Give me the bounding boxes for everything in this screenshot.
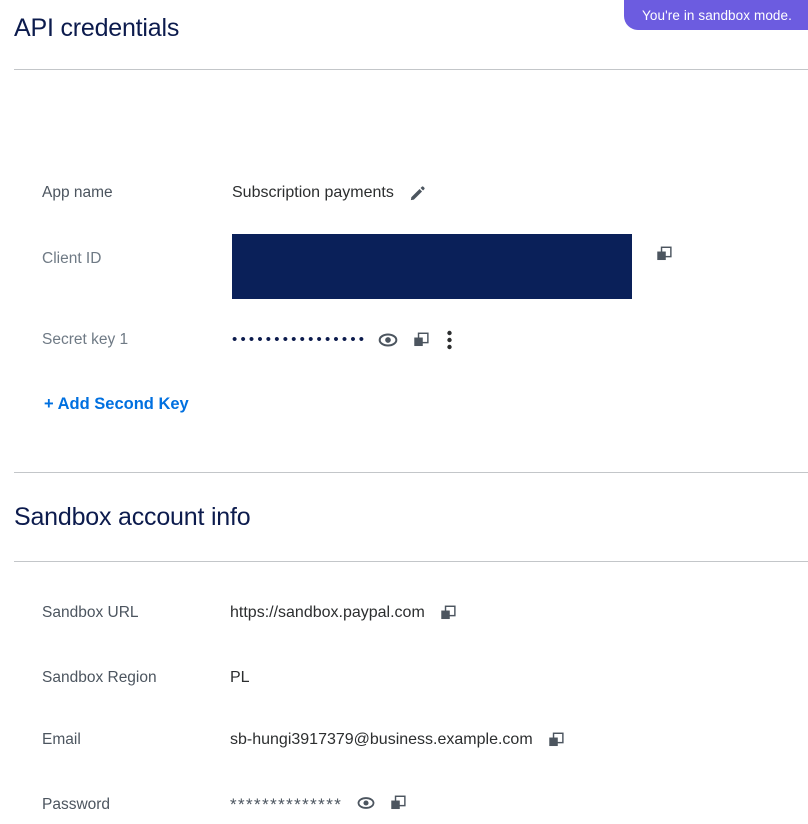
row-secret-key: Secret key 1 •••••••••••••••• [42, 329, 808, 359]
sandbox-url-value: https://sandbox.paypal.com [230, 604, 425, 621]
divider-under-api-title [14, 69, 808, 70]
app-name-value-group: Subscription payments [232, 182, 426, 204]
sandbox-region-value: PL [230, 669, 250, 686]
copy-icon[interactable] [440, 605, 457, 622]
email-value: sb-hungi3917379@business.example.com [230, 731, 533, 748]
password-value-group: ************** [230, 794, 407, 814]
sandbox-account-info-section: Sandbox account info Sandbox URL https:/… [0, 472, 808, 824]
row-app-name: App name Subscription payments [42, 182, 808, 212]
copy-icon[interactable] [390, 795, 407, 812]
app-name-value: Subscription payments [232, 184, 394, 201]
copy-icon[interactable] [548, 732, 565, 749]
row-sandbox-url: Sandbox URL https://sandbox.paypal.com [42, 602, 808, 632]
sandbox-mode-badge: You're in sandbox mode. [624, 0, 808, 30]
eye-icon[interactable] [357, 794, 375, 812]
row-password: Password ************** [42, 794, 808, 824]
row-sandbox-region: Sandbox Region PL [42, 667, 808, 697]
password-label: Password [42, 796, 111, 813]
divider-under-sandbox-title [14, 561, 808, 562]
sandbox-account-info-title: Sandbox account info [14, 503, 251, 531]
api-credentials-rows: App name Subscription payments Client ID [0, 182, 808, 425]
row-add-second-key: + Add Second Key [42, 395, 808, 425]
secret-key-masked-value: •••••••••••••••• [232, 331, 368, 348]
email-value-group: sb-hungi3917379@business.example.com [230, 729, 565, 751]
eye-icon[interactable] [378, 330, 398, 350]
client-id-value-group [232, 234, 673, 299]
sandbox-url-label: Sandbox URL [42, 604, 139, 621]
sandbox-account-rows: Sandbox URL https://sandbox.paypal.com S… [0, 602, 808, 824]
copy-icon[interactable] [413, 332, 430, 349]
api-credentials-section: API credentials App name Subscription pa… [0, 0, 808, 425]
row-email: Email sb-hungi3917379@business.example.c… [42, 729, 808, 759]
sandbox-region-value-group: PL [230, 667, 250, 689]
app-name-label: App name [42, 184, 113, 201]
client-id-redacted-block [232, 234, 632, 299]
email-label: Email [42, 731, 81, 748]
sandbox-url-value-group: https://sandbox.paypal.com [230, 602, 457, 624]
client-id-label: Client ID [42, 250, 102, 267]
add-second-key-link[interactable]: + Add Second Key [42, 395, 189, 414]
sandbox-mode-badge-label: You're in sandbox mode. [642, 7, 792, 23]
pencil-icon[interactable] [409, 185, 426, 202]
secret-key-value-group: •••••••••••••••• [232, 329, 452, 351]
sandbox-region-label: Sandbox Region [42, 669, 157, 686]
secret-key-label: Secret key 1 [42, 331, 129, 348]
password-masked-value: ************** [230, 795, 343, 814]
row-client-id: Client ID [42, 234, 808, 299]
page-content: API credentials App name Subscription pa… [0, 0, 808, 824]
kebab-menu-icon[interactable] [447, 330, 452, 350]
copy-icon[interactable] [656, 246, 673, 263]
